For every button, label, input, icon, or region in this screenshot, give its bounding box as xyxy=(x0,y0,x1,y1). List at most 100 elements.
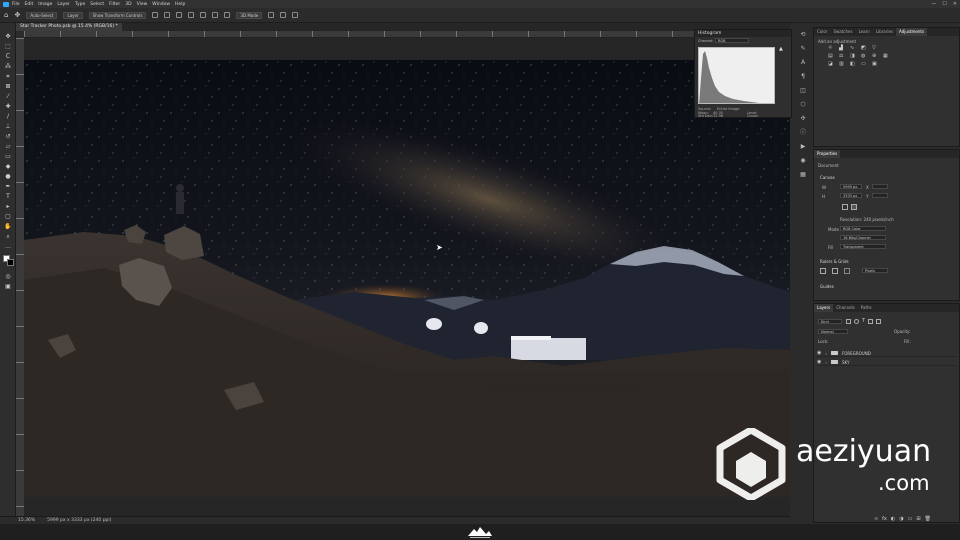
tab-learn[interactable]: Learn xyxy=(856,28,873,36)
exposure-icon[interactable]: ◩ xyxy=(861,45,870,51)
brightness-icon[interactable]: ☼ xyxy=(828,45,837,51)
fill-dropdown[interactable]: Transparent xyxy=(840,244,886,249)
move-tool-icon[interactable]: ✥ xyxy=(14,11,20,19)
screen-mode-icon[interactable]: ▣ xyxy=(4,283,12,290)
layer-style-icon[interactable]: fx xyxy=(882,516,887,522)
styles-icon[interactable]: ◉ xyxy=(799,157,807,165)
expand-chevron-icon[interactable]: › xyxy=(825,351,827,356)
healing-tool-icon[interactable]: ✚ xyxy=(4,103,12,110)
shape-filter-icon[interactable] xyxy=(868,319,874,324)
expand-chevron-icon[interactable]: › xyxy=(825,360,827,365)
vertical-ruler[interactable] xyxy=(16,38,24,516)
menu-type[interactable]: Type xyxy=(75,2,85,7)
pen-tool-icon[interactable]: ✒ xyxy=(4,183,12,190)
lasso-tool-icon[interactable]: ᑕ xyxy=(4,53,12,60)
character-icon[interactable]: A xyxy=(799,59,807,67)
close-button[interactable]: ✕ xyxy=(953,1,957,7)
dodge-tool-icon[interactable]: ● xyxy=(4,173,12,180)
more-tools-icon[interactable]: … xyxy=(4,243,12,250)
gradient-tool-icon[interactable]: ▭ xyxy=(4,153,12,160)
smart-object-filter-icon[interactable] xyxy=(876,319,882,324)
threshold-icon[interactable]: ◧ xyxy=(850,61,859,67)
new-group-icon[interactable]: ▭ xyxy=(908,516,913,522)
menu-window[interactable]: Window xyxy=(152,2,170,7)
add-mask-icon[interactable]: ◐ xyxy=(891,516,895,522)
auto-select-checkbox[interactable]: Auto-Select xyxy=(26,11,58,19)
eyedropper-tool-icon[interactable]: ⁄ xyxy=(4,93,12,100)
marquee-tool-icon[interactable]: ⬚ xyxy=(4,43,12,50)
color-lookup-icon[interactable]: ▦ xyxy=(883,53,892,59)
width-field[interactable]: 5999 px xyxy=(840,184,862,189)
maximize-button[interactable]: ☐ xyxy=(942,1,946,7)
landscape-orientation-icon[interactable] xyxy=(851,204,857,210)
clone-stamp-tool-icon[interactable]: ⊥ xyxy=(4,123,12,130)
history-icon[interactable]: ⟲ xyxy=(799,31,807,39)
tab-libraries[interactable]: Libraries xyxy=(873,28,896,36)
vibrance-icon[interactable]: ▽ xyxy=(872,45,881,51)
eraser-tool-icon[interactable]: ▱ xyxy=(4,143,12,150)
minimize-button[interactable]: — xyxy=(931,1,936,7)
curves-icon[interactable]: ∿ xyxy=(850,45,859,51)
tab-channels[interactable]: Channels xyxy=(833,304,858,312)
actions-icon[interactable]: ▶ xyxy=(799,143,807,151)
rectangle-tool-icon[interactable]: ▢ xyxy=(4,213,12,220)
hue-saturation-icon[interactable]: ▤ xyxy=(828,53,837,59)
distribute-icon[interactable] xyxy=(224,12,231,18)
swatches-icon[interactable]: ▦ xyxy=(799,171,807,179)
info-icon[interactable]: ⓘ xyxy=(799,129,807,137)
new-layer-icon[interactable]: ⊞ xyxy=(916,516,920,522)
rulers-grids-title[interactable]: Rulers & Grids xyxy=(820,259,849,264)
units-dropdown[interactable]: Pixels xyxy=(862,268,888,273)
layer-row-sky[interactable]: ◉ › SKY xyxy=(817,359,957,366)
document-canvas[interactable] xyxy=(24,60,790,497)
portrait-orientation-icon[interactable] xyxy=(842,204,848,210)
guides-toggle-icon[interactable] xyxy=(844,268,850,274)
move-tool-icon[interactable]: ✥ xyxy=(4,33,12,40)
navigator-icon[interactable]: ✣ xyxy=(799,115,807,123)
document-size-info[interactable]: 5999 px x 3333 px (240 ppi) xyxy=(47,518,111,523)
guides-title[interactable]: Guides xyxy=(820,284,834,289)
tab-swatches[interactable]: Swatches xyxy=(830,28,855,36)
path-select-tool-icon[interactable]: ▸ xyxy=(4,203,12,210)
menu-help[interactable]: Help xyxy=(175,2,185,7)
type-tool-icon[interactable]: T xyxy=(4,193,12,200)
tab-paths[interactable]: Paths xyxy=(858,304,875,312)
slide-3d-icon[interactable] xyxy=(292,12,299,18)
show-transform-controls-checkbox[interactable]: Show Transform Controls xyxy=(88,11,147,19)
visibility-eye-icon[interactable]: ◉ xyxy=(817,350,821,356)
grid-toggle-icon[interactable] xyxy=(832,268,838,274)
new-adjustment-layer-icon[interactable]: ◑ xyxy=(899,516,903,522)
orbit-3d-icon[interactable] xyxy=(268,12,275,18)
channel-dropdown[interactable]: RGB xyxy=(715,38,749,43)
blend-mode-dropdown[interactable]: Normal xyxy=(818,329,848,334)
align-right-icon[interactable] xyxy=(176,12,183,18)
invert-icon[interactable]: ◪ xyxy=(828,61,837,67)
paragraph-icon[interactable]: ¶ xyxy=(799,73,807,81)
quick-mask-icon[interactable]: ◎ xyxy=(4,273,12,280)
bit-depth-dropdown[interactable]: 16 Bits/Channel xyxy=(840,235,886,240)
menu-edit[interactable]: Edit xyxy=(25,2,34,7)
libraries-icon[interactable]: ◫ xyxy=(799,87,807,95)
type-filter-icon[interactable]: T xyxy=(862,319,865,324)
crop-tool-icon[interactable]: ⌗ xyxy=(4,73,12,80)
adjustment-filter-icon[interactable] xyxy=(854,319,859,324)
frame-tool-icon[interactable]: ⊠ xyxy=(4,83,12,90)
photo-filter-icon[interactable]: ◍ xyxy=(861,53,870,59)
document-tab[interactable]: Star Tracker Photo.psb @ 15.4% (RGB/16) … xyxy=(16,23,122,31)
photoshop-logo-icon[interactable] xyxy=(3,1,9,7)
tab-color[interactable]: Color xyxy=(814,28,830,36)
brush-settings-icon[interactable]: ✎ xyxy=(799,45,807,53)
menu-layer[interactable]: Layer xyxy=(57,2,70,7)
levels-icon[interactable]: ▟ xyxy=(839,45,848,51)
auto-select-dropdown[interactable]: Layer xyxy=(63,11,83,19)
pixel-filter-icon[interactable] xyxy=(846,319,851,324)
tab-properties[interactable]: Properties xyxy=(814,150,841,158)
menu-filter[interactable]: Filter xyxy=(109,2,120,7)
menu-file[interactable]: File xyxy=(12,2,20,7)
channel-mixer-icon[interactable]: ⊕ xyxy=(872,53,881,59)
history-brush-tool-icon[interactable]: ↺ xyxy=(4,133,12,140)
magic-wand-tool-icon[interactable]: ⁂ xyxy=(4,63,12,70)
align-bottom-icon[interactable] xyxy=(212,12,219,18)
brush-tool-icon[interactable]: ∕ xyxy=(4,113,12,120)
menu-image[interactable]: Image xyxy=(38,2,52,7)
